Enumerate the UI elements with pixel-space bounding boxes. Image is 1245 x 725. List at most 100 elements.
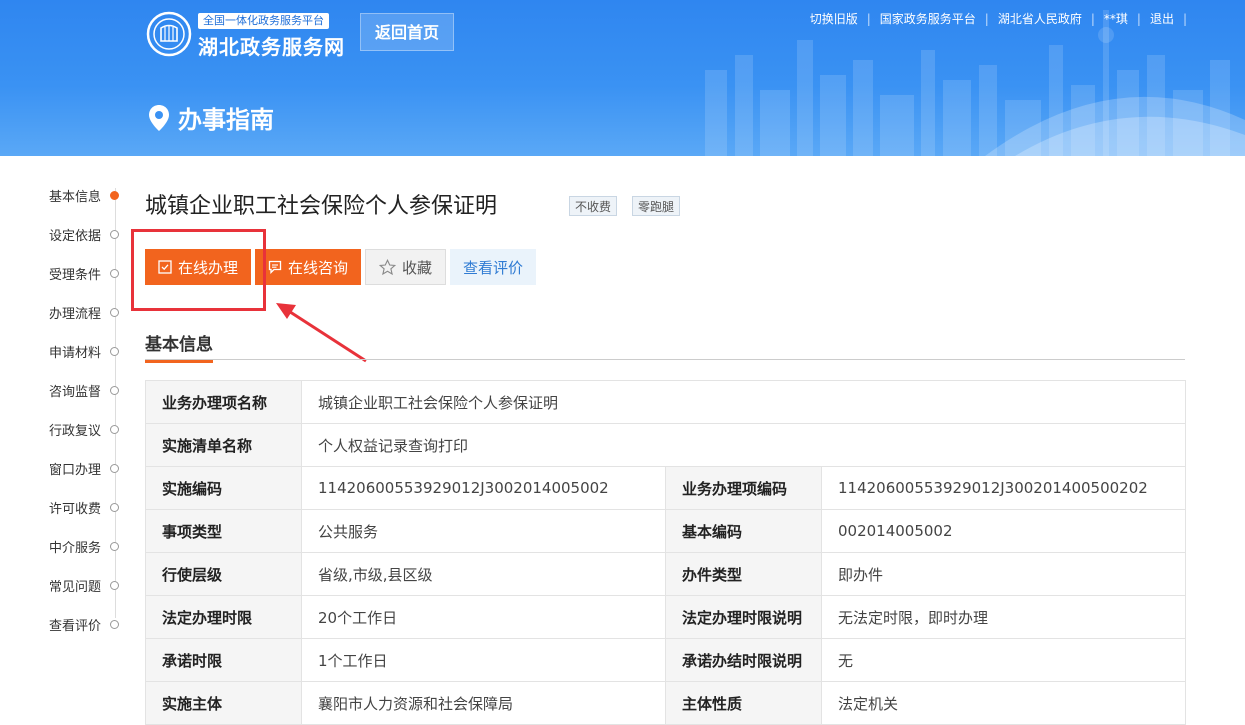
- sidebar-item-reconsideration[interactable]: 行政复议: [0, 410, 130, 449]
- sidebar-item-basic-info[interactable]: 基本信息: [0, 176, 130, 215]
- sidebar-item-consultation[interactable]: 咨询监督: [0, 371, 130, 410]
- sidebar-item-label: 咨询监督: [48, 385, 101, 400]
- sidebar-item-window-handling[interactable]: 窗口办理: [0, 449, 130, 488]
- view-review-button[interactable]: 查看评价: [450, 249, 537, 285]
- zero-trip-badge: 零跑腿: [632, 196, 681, 216]
- table-key-cell: 承诺办结时限说明: [665, 638, 822, 682]
- timeline-dot-icon: [110, 542, 119, 551]
- table-key-cell: 法定办理时限说明: [665, 595, 822, 639]
- table-row: 行使层级 省级,市级,县区级 办件类型 即办件: [145, 552, 1186, 596]
- page-title: 城镇企业职工社会保险个人参保证明: [145, 194, 498, 219]
- table-row: 业务办理项名称 城镇企业职工社会保险个人参保证明: [145, 380, 1186, 424]
- chat-bubble-icon: [268, 260, 282, 274]
- table-key-cell: 实施编码: [145, 466, 302, 510]
- timeline-dot-icon: [110, 269, 119, 278]
- sidebar-nav: 基本信息 设定依据 受理条件 办理流程 申请材料 咨询监督 行政复议 窗口办理 …: [0, 176, 130, 644]
- table-value-cell: 省级,市级,县区级: [301, 552, 666, 596]
- table-value-cell: 无法定时限，即时办理: [821, 595, 1186, 639]
- favorite-label: 收藏: [402, 258, 433, 277]
- table-value-cell: 1个工作日: [301, 638, 666, 682]
- sidebar-item-label: 许可收费: [48, 502, 101, 517]
- page-label-text: 办事指南: [178, 106, 274, 134]
- sidebar-item-faq[interactable]: 常见问题: [0, 566, 130, 605]
- sidebar-item-label: 基本信息: [48, 190, 101, 205]
- user-name-link[interactable]: **琪: [1095, 10, 1137, 27]
- timeline-dot-icon: [110, 347, 119, 356]
- table-key-cell: 事项类型: [145, 509, 302, 553]
- sidebar-item-label: 常见问题: [48, 580, 101, 595]
- section-header: 基本信息: [145, 330, 1185, 363]
- table-value-cell: 襄阳市人力资源和社会保障局: [301, 681, 666, 725]
- table-value-cell: 002014005002: [821, 509, 1186, 553]
- page-label: 办事指南: [148, 100, 274, 135]
- sidebar-item-legal-basis[interactable]: 设定依据: [0, 215, 130, 254]
- sidebar-item-label: 行政复议: [48, 424, 101, 439]
- table-key-cell: 实施主体: [145, 681, 302, 725]
- table-value-cell: 即办件: [821, 552, 1186, 596]
- back-home-button[interactable]: 返回首页: [360, 13, 454, 51]
- table-key-cell: 法定办理时限: [145, 595, 302, 639]
- table-value-cell: 个人权益记录查询打印: [301, 423, 1186, 467]
- sidebar-item-label: 受理条件: [48, 268, 101, 283]
- sidebar-item-acceptance-conditions[interactable]: 受理条件: [0, 254, 130, 293]
- table-value-cell: 无: [821, 638, 1186, 682]
- section-title: 基本信息: [145, 330, 213, 363]
- logout-link[interactable]: 退出: [1141, 10, 1183, 27]
- table-value-cell: 20个工作日: [301, 595, 666, 639]
- table-key-cell: 基本编码: [665, 509, 822, 553]
- table-key-cell: 业务办理项编码: [665, 466, 822, 510]
- sidebar-item-materials[interactable]: 申请材料: [0, 332, 130, 371]
- sidebar-item-process[interactable]: 办理流程: [0, 293, 130, 332]
- divider: |: [1182, 11, 1187, 26]
- table-row: 承诺时限 1个工作日 承诺办结时限说明 无: [145, 638, 1186, 682]
- table-key-cell: 承诺时限: [145, 638, 302, 682]
- table-key-cell: 业务办理项名称: [145, 380, 302, 424]
- sidebar-item-label: 办理流程: [48, 307, 101, 322]
- sidebar-item-label: 中介服务: [48, 541, 101, 556]
- timeline-dot-icon: [110, 464, 119, 473]
- national-platform-link[interactable]: 国家政务服务平台: [871, 10, 985, 27]
- table-value-cell: 法定机关: [821, 681, 1186, 725]
- timeline-dot-icon: [110, 503, 119, 512]
- table-key-cell: 行使层级: [145, 552, 302, 596]
- table-value-cell: 城镇企业职工社会保险个人参保证明: [301, 380, 1186, 424]
- star-icon: [379, 258, 397, 275]
- online-consult-button[interactable]: 在线咨询: [255, 249, 362, 285]
- timeline-dot-icon: [110, 230, 119, 239]
- sidebar-item-label: 设定依据: [48, 229, 101, 244]
- timeline-dot-icon: [110, 581, 119, 590]
- table-value-cell: 11420600553929012J3002014005002: [301, 466, 666, 510]
- sidebar-item-label: 窗口办理: [48, 463, 101, 478]
- timeline-dot-icon: [110, 191, 119, 200]
- timeline-dot-icon: [110, 308, 119, 317]
- table-row: 实施编码 11420600553929012J3002014005002 业务办…: [145, 466, 1186, 510]
- favorite-button[interactable]: 收藏: [365, 249, 447, 285]
- table-row: 实施主体 襄阳市人力资源和社会保障局 主体性质 法定机关: [145, 681, 1186, 725]
- annotation-highlight-box: [131, 229, 266, 311]
- table-row: 法定办理时限 20个工作日 法定办理时限说明 无法定时限，即时办理: [145, 595, 1186, 639]
- table-key-cell: 实施清单名称: [145, 423, 302, 467]
- site-header: 全国一体化政务服务平台 湖北政务服务网 返回首页 切换旧版 | 国家政务服务平台…: [0, 0, 1245, 156]
- sidebar-item-label: 申请材料: [48, 346, 101, 361]
- timeline-dot-icon: [110, 620, 119, 629]
- switch-old-version-link[interactable]: 切换旧版: [801, 10, 867, 27]
- timeline-dot-icon: [110, 425, 119, 434]
- timeline-dot-icon: [110, 386, 119, 395]
- sidebar-item-fees[interactable]: 许可收费: [0, 488, 130, 527]
- online-consult-label: 在线咨询: [288, 258, 349, 277]
- logo-tagline: 全国一体化政务服务平台: [198, 13, 329, 29]
- basic-info-table: 业务办理项名称 城镇企业职工社会保险个人参保证明 实施清单名称 个人权益记录查询…: [145, 380, 1186, 725]
- table-row: 事项类型 公共服务 基本编码 002014005002: [145, 509, 1186, 553]
- table-value-cell: 公共服务: [301, 509, 666, 553]
- sidebar-item-label: 查看评价: [48, 619, 101, 634]
- sidebar-item-reviews[interactable]: 查看评价: [0, 605, 130, 644]
- hubei-government-link[interactable]: 湖北省人民政府: [989, 10, 1091, 27]
- location-pin-icon: [149, 104, 169, 131]
- sidebar-item-intermediary[interactable]: 中介服务: [0, 527, 130, 566]
- site-logo-title[interactable]: 湖北政务服务网: [198, 31, 345, 60]
- table-row: 实施清单名称 个人权益记录查询打印: [145, 423, 1186, 467]
- top-links: 切换旧版 | 国家政务服务平台 | 湖北省人民政府 | **琪 | 退出 |: [801, 10, 1187, 27]
- logo-emblem-icon: [146, 11, 192, 57]
- free-badge: 不收费: [569, 196, 618, 216]
- table-key-cell: 主体性质: [665, 681, 822, 725]
